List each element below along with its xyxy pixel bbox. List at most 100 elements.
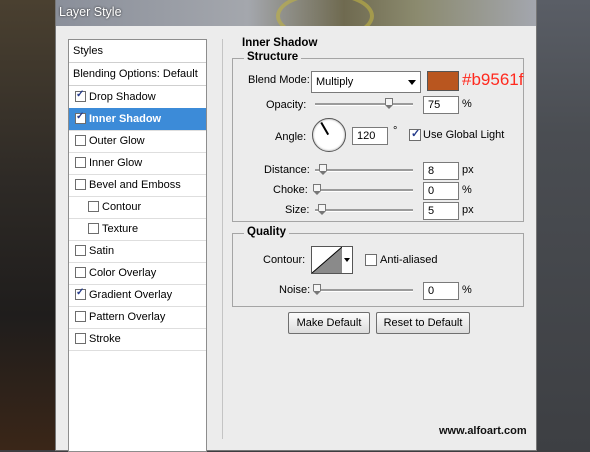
noise-value: 0 (428, 285, 435, 297)
choke-slider-track (315, 189, 413, 192)
style-checkbox-pattern-overlay[interactable] (75, 311, 86, 322)
opacity-slider[interactable] (315, 98, 413, 110)
contour-label: Contour: (263, 254, 306, 266)
angle-value: 120 (357, 130, 376, 142)
angle-input[interactable]: 120 (352, 127, 388, 145)
blending-options-item[interactable]: Blending Options: Default (69, 63, 206, 86)
style-label-outer-glow: Outer Glow (89, 135, 145, 147)
style-item-drop-shadow[interactable]: Drop Shadow (69, 86, 206, 109)
style-checkbox-inner-glow[interactable] (75, 157, 86, 168)
style-item-inner-glow[interactable]: Inner Glow (69, 152, 206, 175)
make-default-button[interactable]: Make Default (288, 312, 370, 334)
title-bar[interactable]: Layer Style (56, 0, 536, 40)
structure-legend: Structure (244, 51, 302, 63)
style-item-stroke[interactable]: Stroke (69, 328, 206, 351)
choke-unit: % (462, 184, 472, 196)
distance-slider-track (315, 169, 413, 172)
style-checkbox-color-overlay[interactable] (75, 267, 86, 278)
distance-value: 8 (428, 165, 435, 177)
blend-mode-label: Blend Mode: (248, 74, 310, 86)
distance-slider[interactable] (315, 164, 413, 176)
contour-preview-icon[interactable] (311, 246, 343, 274)
style-checkbox-bevel-and-emboss[interactable] (75, 179, 86, 190)
layer-style-dialog: Layer Style Styles Blending Options: Def… (56, 0, 536, 452)
style-item-texture[interactable]: Texture (69, 218, 206, 241)
style-label-texture: Texture (102, 223, 139, 235)
style-item-bevel-and-emboss[interactable]: Bevel and Emboss (69, 174, 206, 197)
size-unit: px (462, 204, 474, 216)
style-label-drop-shadow: Drop Shadow (89, 91, 156, 103)
distance-unit: px (462, 164, 474, 176)
noise-label: Noise: (279, 284, 311, 296)
style-item-pattern-overlay[interactable]: Pattern Overlay (69, 306, 206, 329)
noise-slider[interactable] (312, 284, 413, 296)
noise-input[interactable]: 0 (423, 282, 459, 300)
color-hex-annotation: #b9561f (462, 70, 524, 89)
contour-dropdown-button[interactable] (342, 246, 353, 274)
contour-curve-graphic (312, 247, 342, 273)
style-checkbox-texture[interactable] (88, 223, 99, 234)
inner-shadow-panel: Inner Shadow Structure Blend Mode: Multi… (222, 36, 528, 450)
choke-value: 0 (428, 185, 435, 197)
opacity-input[interactable]: 75 (423, 96, 459, 114)
style-checkbox-outer-glow[interactable] (75, 135, 86, 146)
quality-legend: Quality (244, 226, 289, 238)
style-checkbox-drop-shadow[interactable] (75, 89, 86, 102)
style-checkbox-stroke[interactable] (75, 333, 86, 344)
noise-slider-thumb[interactable] (312, 284, 321, 295)
quality-group: Quality Contour: Anti-aliased Noise: 0 % (232, 226, 524, 307)
style-item-color-overlay[interactable]: Color Overlay (69, 262, 206, 285)
size-slider-track (315, 209, 413, 212)
panel-title: Inner Shadow (242, 37, 318, 49)
size-label: Size: (285, 204, 310, 216)
style-label-inner-shadow: Inner Shadow (89, 113, 162, 125)
style-checkbox-gradient-overlay[interactable] (75, 287, 86, 300)
blend-mode-select[interactable]: Multiply (311, 71, 421, 93)
blending-options-label: Blending Options: Default (73, 68, 198, 80)
style-checkbox-inner-shadow[interactable] (75, 111, 86, 124)
opacity-slider-thumb[interactable] (384, 98, 393, 109)
structure-group: Structure Blend Mode: Multiply #b9561f O… (232, 51, 524, 222)
distance-input[interactable]: 8 (423, 162, 459, 180)
angle-dial-icon[interactable] (312, 118, 346, 152)
noise-slider-track (315, 289, 413, 292)
angle-dial-needle (320, 122, 329, 136)
window-title: Layer Style (59, 5, 122, 19)
styles-header[interactable]: Styles (69, 40, 206, 63)
size-slider-thumb[interactable] (317, 204, 326, 215)
background-left (0, 0, 56, 450)
background-right (536, 0, 590, 450)
styles-header-label: Styles (73, 45, 103, 57)
choke-label: Choke: (273, 184, 308, 196)
style-checkbox-contour[interactable] (88, 201, 99, 212)
style-item-contour[interactable]: Contour (69, 196, 206, 219)
dialog-content: Styles Blending Options: Default Drop Sh… (56, 26, 536, 452)
size-input[interactable]: 5 (423, 202, 459, 220)
style-item-outer-glow[interactable]: Outer Glow (69, 130, 206, 153)
style-label-contour: Contour (102, 201, 142, 213)
use-global-light-label: Use Global Light (423, 129, 505, 141)
distance-slider-thumb[interactable] (318, 164, 327, 175)
style-item-satin[interactable]: Satin (69, 240, 206, 263)
style-label-pattern-overlay: Pattern Overlay (89, 311, 166, 323)
reset-to-default-label: Reset to Default (383, 317, 463, 329)
style-item-gradient-overlay[interactable]: Gradient Overlay (69, 284, 206, 307)
style-label-color-overlay: Color Overlay (89, 267, 157, 279)
choke-slider-thumb[interactable] (312, 184, 321, 195)
style-label-stroke: Stroke (89, 333, 121, 345)
opacity-value: 75 (428, 99, 441, 111)
style-item-inner-shadow[interactable]: Inner Shadow (69, 108, 206, 131)
size-slider[interactable] (315, 204, 413, 216)
style-label-bevel-and-emboss: Bevel and Emboss (89, 179, 181, 191)
shadow-color-swatch[interactable] (427, 71, 459, 91)
reset-to-default-button[interactable]: Reset to Default (376, 312, 470, 334)
choke-slider[interactable] (312, 184, 413, 196)
blend-mode-value: Multiply (316, 76, 354, 88)
style-checkbox-satin[interactable] (75, 245, 86, 256)
angle-unit: ° (393, 125, 398, 137)
choke-input[interactable]: 0 (423, 182, 459, 200)
size-value: 5 (428, 205, 435, 217)
anti-aliased-checkbox[interactable] (365, 254, 377, 266)
panel-divider (222, 39, 223, 439)
use-global-light-checkbox[interactable] (409, 127, 421, 141)
